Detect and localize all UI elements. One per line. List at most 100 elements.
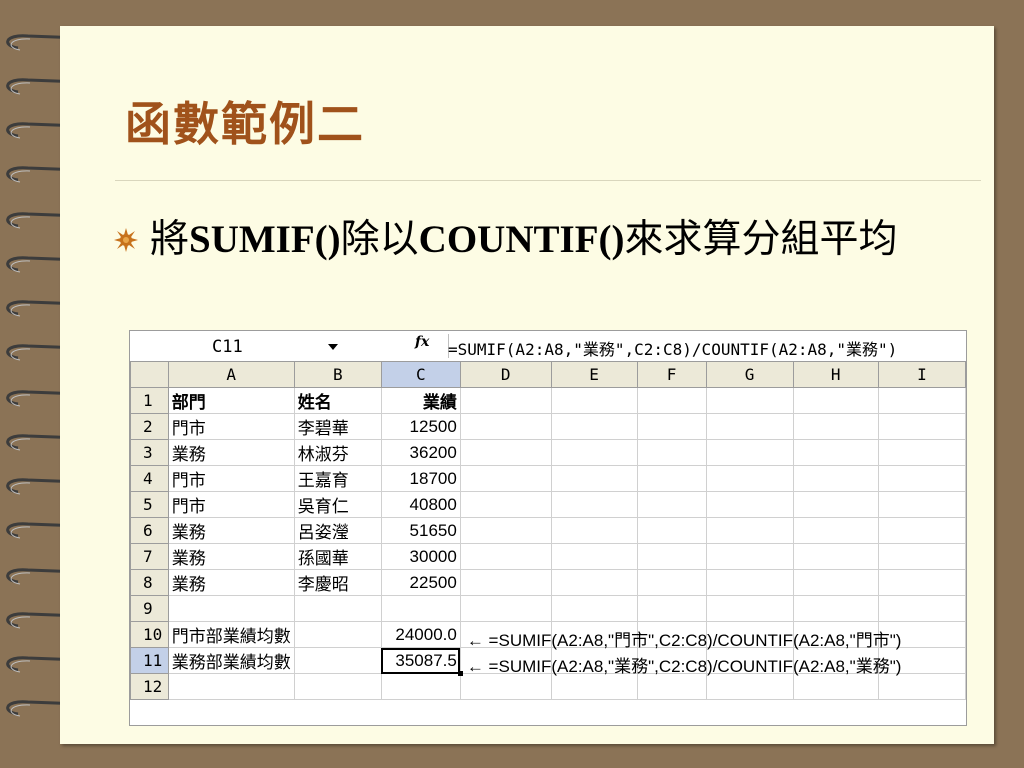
- cell[interactable]: 門市: [167, 491, 295, 518]
- cell[interactable]: 業務: [167, 517, 295, 544]
- cell[interactable]: [705, 387, 794, 414]
- function-icon[interactable]: fx: [415, 334, 429, 350]
- cell[interactable]: [636, 413, 707, 440]
- column-header[interactable]: D: [459, 361, 552, 388]
- cell[interactable]: 李慶昭: [293, 569, 382, 596]
- cell[interactable]: [705, 439, 794, 466]
- cell[interactable]: [550, 517, 638, 544]
- cell[interactable]: [550, 569, 638, 596]
- cell[interactable]: [636, 569, 707, 596]
- cell[interactable]: [705, 595, 794, 622]
- cell[interactable]: [380, 595, 461, 622]
- column-header[interactable]: H: [792, 361, 879, 388]
- cell[interactable]: [293, 673, 382, 700]
- column-header[interactable]: E: [550, 361, 638, 388]
- cell[interactable]: [877, 543, 967, 570]
- cell[interactable]: 呂姿瀅: [293, 517, 382, 544]
- cell[interactable]: 姓名: [293, 387, 382, 414]
- row-header[interactable]: 9: [130, 595, 169, 622]
- cell[interactable]: [550, 465, 638, 492]
- cell[interactable]: [636, 517, 707, 544]
- cell[interactable]: 18700: [380, 465, 461, 492]
- cell[interactable]: 業務: [167, 439, 295, 466]
- cell[interactable]: [792, 439, 879, 466]
- cell[interactable]: 林淑芬: [293, 439, 382, 466]
- cell[interactable]: 孫國華: [293, 543, 382, 570]
- row-header[interactable]: 2: [130, 413, 169, 440]
- column-header[interactable]: F: [636, 361, 707, 388]
- cell[interactable]: [877, 517, 967, 544]
- cell[interactable]: [636, 673, 707, 700]
- cell[interactable]: [705, 413, 794, 440]
- cell[interactable]: [459, 543, 552, 570]
- cell[interactable]: 40800: [380, 491, 461, 518]
- cell[interactable]: [293, 595, 382, 622]
- cell[interactable]: [705, 465, 794, 492]
- cell[interactable]: 門市: [167, 465, 295, 492]
- cell[interactable]: [459, 413, 552, 440]
- column-header[interactable]: A: [167, 361, 295, 388]
- cell[interactable]: 51650: [380, 517, 461, 544]
- cell[interactable]: [636, 387, 707, 414]
- cell[interactable]: [459, 465, 552, 492]
- cell[interactable]: [705, 491, 794, 518]
- cell[interactable]: [792, 491, 879, 518]
- row-header[interactable]: 10: [130, 621, 169, 648]
- formula-input[interactable]: =SUMIF(A2:A8,"業務",C2:C8)/COUNTIF(A2:A8,"…: [448, 336, 897, 360]
- cell[interactable]: [792, 595, 879, 622]
- cell[interactable]: [459, 439, 552, 466]
- cell[interactable]: 吳育仁: [293, 491, 382, 518]
- cell[interactable]: [636, 543, 707, 570]
- select-all-corner[interactable]: [130, 361, 169, 388]
- cell[interactable]: [792, 569, 879, 596]
- column-header[interactable]: G: [705, 361, 794, 388]
- row-header[interactable]: 12: [130, 673, 169, 700]
- cell[interactable]: 12500: [380, 413, 461, 440]
- cell[interactable]: 部門: [167, 387, 295, 414]
- row-header[interactable]: 7: [130, 543, 169, 570]
- cell[interactable]: [636, 465, 707, 492]
- cell[interactable]: [380, 673, 461, 700]
- cell[interactable]: [550, 543, 638, 570]
- cell[interactable]: [792, 543, 879, 570]
- row-header[interactable]: 4: [130, 465, 169, 492]
- cell[interactable]: [792, 673, 879, 700]
- cell[interactable]: 36200: [380, 439, 461, 466]
- cell[interactable]: 業務: [167, 569, 295, 596]
- cell[interactable]: 業務: [167, 543, 295, 570]
- cell[interactable]: [877, 387, 967, 414]
- cell[interactable]: [293, 621, 382, 648]
- cell[interactable]: [550, 387, 638, 414]
- row-header[interactable]: 6: [130, 517, 169, 544]
- cell[interactable]: [167, 673, 295, 700]
- cell[interactable]: ← =SUMIF(A2:A8,"門市",C2:C8)/COUNTIF(A2:A8…: [459, 621, 901, 650]
- cell[interactable]: [459, 595, 552, 622]
- cell[interactable]: [459, 387, 552, 414]
- cell[interactable]: ← =SUMIF(A2:A8,"業務",C2:C8)/COUNTIF(A2:A8…: [459, 647, 901, 676]
- chevron-down-icon[interactable]: [328, 344, 338, 350]
- cell[interactable]: [636, 491, 707, 518]
- cell[interactable]: [877, 413, 967, 440]
- cell[interactable]: [792, 465, 879, 492]
- column-header[interactable]: I: [877, 361, 967, 388]
- cell[interactable]: [877, 569, 967, 596]
- cell[interactable]: 王嘉育: [293, 465, 382, 492]
- cell[interactable]: [877, 595, 967, 622]
- row-header[interactable]: 11: [130, 647, 169, 674]
- cell[interactable]: 24000.0: [380, 621, 461, 648]
- cell[interactable]: 22500: [380, 569, 461, 596]
- row-header[interactable]: 8: [130, 569, 169, 596]
- cell[interactable]: 30000: [380, 543, 461, 570]
- cell[interactable]: [877, 673, 967, 700]
- cell[interactable]: [550, 491, 638, 518]
- cell[interactable]: [550, 439, 638, 466]
- cell[interactable]: [459, 491, 552, 518]
- row-header[interactable]: 1: [130, 387, 169, 414]
- cell[interactable]: [636, 595, 707, 622]
- cell[interactable]: [792, 517, 879, 544]
- cell[interactable]: 門市部業績均數: [167, 621, 295, 648]
- cell[interactable]: [167, 595, 295, 622]
- cell[interactable]: [877, 491, 967, 518]
- cell[interactable]: [792, 413, 879, 440]
- column-header[interactable]: B: [293, 361, 382, 388]
